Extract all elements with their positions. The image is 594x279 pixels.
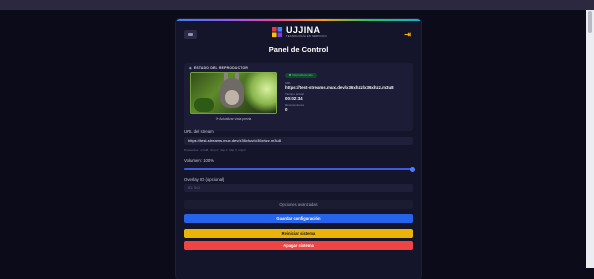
brand-name: UJJINA [286,25,321,35]
player-status-card: ◈ ESTADO DEL REPRODUCTOR ⟳ Actualizar vis… [184,63,413,131]
logo-mark-icon [272,26,283,37]
overlay-label: Overlay ID (opcional) [184,177,225,182]
scrollbar[interactable] [586,10,594,268]
menu-icon[interactable] [184,30,197,39]
volume-slider[interactable] [184,166,415,172]
brand-logo: UJJINA TECNOLOGÍA EN SERVICIO [272,26,327,38]
protocol-hint: Protocolos: .m3u8, rtmp://, rtsp://, htt… [184,148,246,152]
browser-top-strip [0,0,594,10]
stream-url-input[interactable]: https://test-streams.mux.dev/x36xhzz/x36… [184,137,413,145]
volume-slider-knob[interactable] [410,166,415,172]
advanced-options-button[interactable]: Opciones avanzadas [184,200,413,209]
shutdown-system-button[interactable]: Apagar sistema [184,241,413,250]
time-value: 00:02:34 [285,96,303,101]
volume-slider-fill [184,168,413,170]
save-config-button[interactable]: Guardar configuración [184,214,413,223]
url-value: https://test-streams.mux.dev/x36xhzz/x36… [285,85,394,90]
logout-icon[interactable]: ⇥ [404,30,411,39]
control-panel: UJJINA TECNOLOGÍA EN SERVICIO ⇥ Panel de… [176,19,421,279]
reconnect-label: Reconexiones [285,103,305,107]
reconnect-value: 0 [285,107,288,112]
brand-tagline: TECNOLOGÍA EN SERVICIO [286,35,327,38]
overlay-id-input[interactable]: ID: 5.0 [184,184,413,192]
page-title: Panel de Control [268,45,329,54]
status-badge: Reproduciendo [285,73,317,78]
restart-system-button[interactable]: Reiniciar sistema [184,229,413,238]
scrollbar-thumb[interactable] [588,11,592,33]
refresh-preview-link[interactable]: ⟳ Actualizar vista previa [190,117,277,121]
panel-header: UJJINA TECNOLOGÍA EN SERVICIO ⇥ Panel de… [176,21,421,57]
video-thumbnail [190,72,277,114]
player-icon: ◈ [189,66,192,70]
player-status-label: ◈ ESTADO DEL REPRODUCTOR [189,66,249,70]
volume-label: Volumen: 100% [184,158,215,163]
stream-url-label: URL del stream [184,129,214,134]
